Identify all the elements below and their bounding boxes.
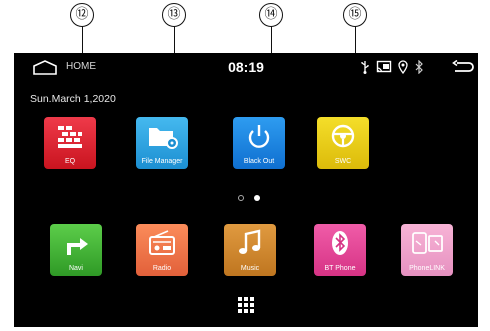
bluetooth-icon: [415, 60, 423, 74]
phonelink-app[interactable]: PhoneLINK: [401, 224, 453, 276]
bluetooth-phone-icon: [332, 231, 348, 255]
callout-13: ⑬: [162, 3, 186, 27]
music-note-icon: [239, 229, 261, 254]
page-dot-2-active[interactable]: [254, 195, 260, 201]
bt-phone-label: BT Phone: [324, 265, 356, 272]
swc-app[interactable]: SWC: [317, 117, 369, 169]
app-grid-icon[interactable]: [238, 297, 254, 313]
file-manager-app[interactable]: File Manager: [136, 117, 188, 169]
usb-icon: [361, 61, 369, 74]
black-out-app[interactable]: Black Out: [233, 117, 285, 169]
status-icons: [360, 58, 424, 76]
power-icon: [248, 125, 270, 148]
head-unit-screen: HOME 08:19 Sun.March 1,2020 EQ File Mana…: [14, 53, 478, 327]
date-label: Sun.March 1,2020: [30, 93, 116, 105]
status-bar: HOME 08:19: [14, 53, 478, 83]
screen-cast-icon: [376, 60, 392, 73]
eq-label: EQ: [64, 158, 76, 165]
eq-app[interactable]: EQ: [44, 117, 96, 169]
navi-app[interactable]: Navi: [50, 224, 102, 276]
back-icon[interactable]: [452, 60, 474, 74]
equalizer-icon: [58, 126, 82, 148]
callout-15: ⑮: [343, 3, 367, 27]
music-app[interactable]: Music: [224, 224, 276, 276]
file-manager-label: File Manager: [141, 158, 183, 165]
navigation-arrow-icon: [67, 238, 88, 255]
bt-phone-app[interactable]: BT Phone: [314, 224, 366, 276]
folder-gear-icon: [149, 128, 178, 149]
navi-label: Navi: [68, 265, 83, 272]
location-icon: [398, 60, 408, 74]
callout-12: ⑫: [70, 3, 94, 27]
radio-icon: [149, 230, 175, 255]
callout-14: ⑭: [259, 3, 283, 27]
swc-label: SWC: [334, 158, 352, 165]
phonelink-label: PhoneLINK: [409, 265, 445, 272]
phone-link-icon: [412, 232, 443, 254]
music-label: Music: [240, 265, 260, 272]
radio-app[interactable]: Radio: [136, 224, 188, 276]
page-dot-1[interactable]: [238, 195, 244, 201]
radio-label: Radio: [152, 265, 172, 272]
black-out-label: Black Out: [243, 158, 275, 165]
steering-wheel-icon: [331, 124, 355, 148]
page-indicator: [238, 195, 260, 201]
